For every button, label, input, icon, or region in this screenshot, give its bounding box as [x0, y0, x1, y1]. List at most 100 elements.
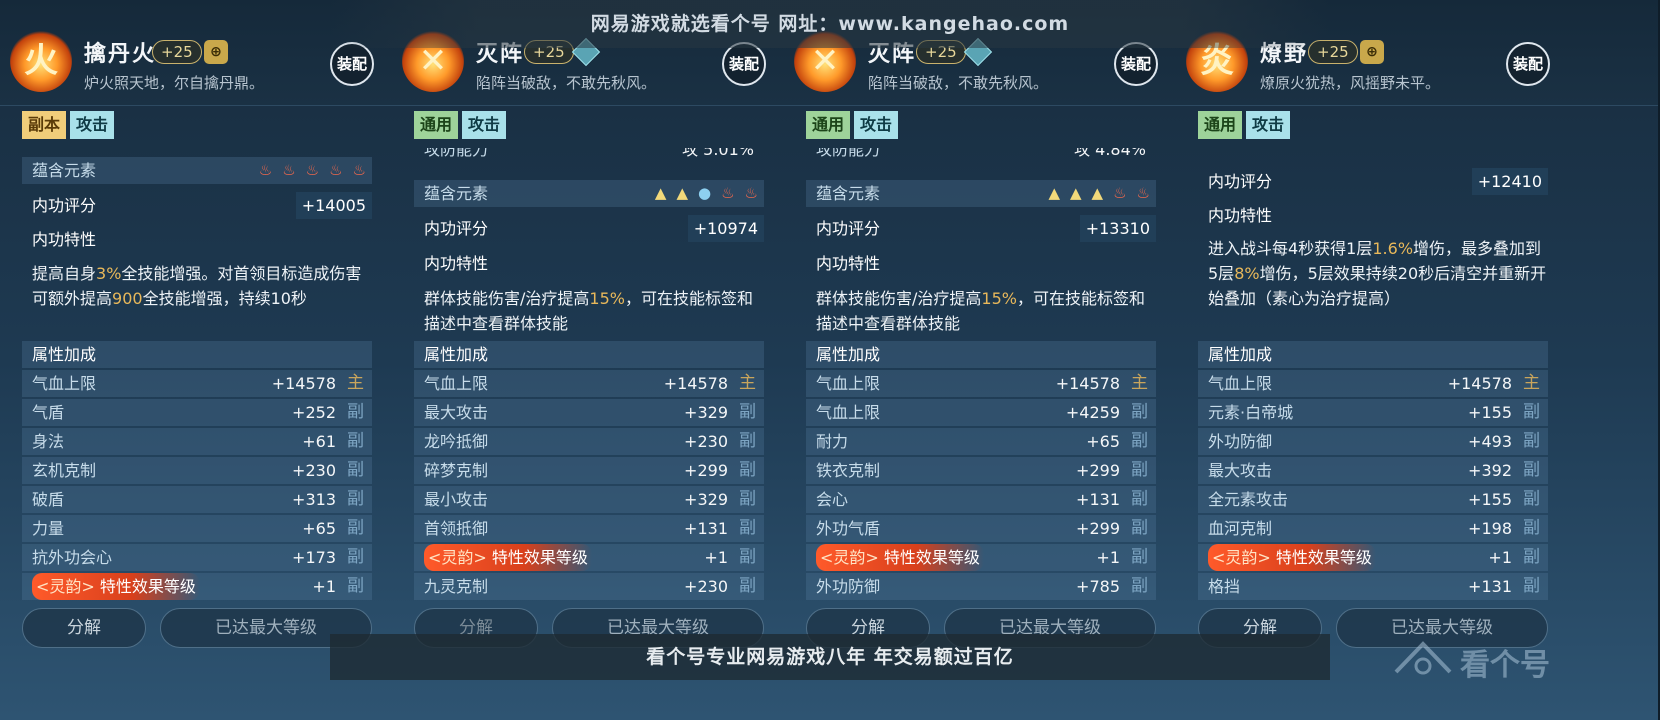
elements-label: 蕴含元素 — [816, 184, 881, 203]
equip-button[interactable]: 装配 — [330, 42, 374, 86]
lock-icon[interactable]: ⊕ — [204, 40, 228, 64]
trait-label: 内功特性 — [32, 230, 97, 249]
attr-row: 血河克制 +198 副 — [1198, 515, 1548, 542]
tag-attack: 攻击 — [1246, 111, 1291, 139]
attr-value: +1 — [1488, 548, 1512, 567]
attr-value: +313 — [292, 490, 336, 509]
sub-attr-icon: 副 — [347, 402, 364, 422]
main-attr-icon: 主 — [739, 373, 756, 393]
attr-row: 外功防御 +493 副 — [1198, 428, 1548, 455]
lock-icon[interactable]: ⊕ — [1360, 40, 1384, 64]
attr-name: 会心 — [816, 490, 849, 509]
attr-label: 属性加成 — [424, 345, 489, 364]
attr-value: +1 — [312, 577, 336, 596]
attr-name: 格挡 — [1208, 577, 1241, 596]
score-label: 内功评分 — [424, 219, 489, 238]
attr-row: 铁衣克制 +299 副 — [806, 457, 1156, 484]
attr-row: 破盾 +313 副 — [22, 486, 372, 513]
attr-row-special: <灵韵> 特性效果等级 +1 副 — [22, 573, 372, 600]
skill-panel-3: ✕ 灭阵 +25 陷阵当破敌，不敢先秋风。 装配 通用 攻击 攻防能力 攻 4.… — [784, 0, 1190, 720]
tag-attack: 攻击 — [854, 111, 899, 139]
attr-row: 力量 +65 副 — [22, 515, 372, 542]
attr-row: 身法 +61 副 — [22, 428, 372, 455]
attr-row: 会心 +131 副 — [806, 486, 1156, 513]
sub-attr-icon: 副 — [1523, 576, 1540, 596]
tag-list: 通用 攻击 — [806, 111, 899, 139]
tag-list: 通用 攻击 — [1198, 111, 1291, 139]
trait-label: 内功特性 — [424, 254, 489, 273]
trait-description: 进入战斗每4秒获得1层1.6%增伤，最多叠加到5层8%增伤，5层效果持续20秒后… — [1208, 236, 1548, 311]
tag-general: 通用 — [806, 111, 851, 139]
attr-value: +1 — [704, 548, 728, 567]
desc-text: 群体技能伤害/治疗提高 — [424, 289, 590, 308]
attr-value: +155 — [1468, 403, 1512, 422]
trait-label: 内功特性 — [816, 254, 881, 273]
sub-attr-icon: 副 — [739, 576, 756, 596]
attr-row-special: <灵韵> 特性效果等级 +1 副 — [806, 544, 1156, 571]
attr-name: 最小攻击 — [424, 490, 489, 509]
tag-attack: 攻击 — [70, 111, 115, 139]
sub-attr-icon: 副 — [739, 547, 756, 567]
attr-name: 玄机克制 — [32, 461, 97, 480]
earth-element-icon: ▲ — [1048, 184, 1060, 202]
attr-value: +155 — [1468, 490, 1512, 509]
tag-instance: 副本 — [22, 111, 67, 139]
attr-row: 气血上限 +14578 主 — [414, 370, 764, 397]
attr-row: 气盾 +252 副 — [22, 399, 372, 426]
attr-label: 属性加成 — [816, 345, 881, 364]
attr-value: +14578 — [1055, 374, 1120, 393]
decompose-button[interactable]: 分解 — [22, 608, 146, 648]
attr-row: 碎梦克制 +299 副 — [414, 457, 764, 484]
attr-value: +252 — [292, 403, 336, 422]
attr-value: +1 — [1096, 548, 1120, 567]
score-row: 内功评分 +12410 — [1198, 168, 1548, 195]
equip-button[interactable]: 装配 — [1114, 42, 1158, 86]
sub-attr-icon: 副 — [739, 460, 756, 480]
sub-attr-icon: 副 — [1131, 460, 1148, 480]
sub-attr-icon: 副 — [347, 431, 364, 451]
attr-name: 最大攻击 — [424, 403, 489, 422]
desc-text: 群体技能伤害/治疗提高 — [816, 289, 982, 308]
sub-attr-icon: 副 — [1131, 547, 1148, 567]
attr-name: 外功防御 — [816, 577, 881, 596]
attr-value: +299 — [1076, 461, 1120, 480]
attr-row: 最大攻击 +392 副 — [1198, 457, 1548, 484]
partial-value: 攻 5.01% — [682, 148, 754, 159]
trait-header: 内功特性 — [22, 226, 372, 253]
attr-header: 属性加成 — [22, 341, 372, 368]
earth-element-icon: ▲ — [654, 184, 667, 202]
score-label: 内功评分 — [1208, 172, 1273, 191]
attr-label: 属性加成 — [1208, 345, 1273, 364]
watermark-bottom: 看个号专业网易游戏八年 年交易额过百亿 — [330, 634, 1330, 680]
attr-name: 铁衣克制 — [816, 461, 881, 480]
attr-row: 格挡 +131 副 — [1198, 573, 1548, 600]
sub-attr-icon: 副 — [1131, 402, 1148, 422]
attr-name: <灵韵> 特性效果等级 — [816, 544, 984, 571]
attr-name: 气血上限 — [816, 403, 881, 422]
trait-description: 提高自身3%全技能增强。对首领目标造成伤害可额外提高900全技能增强，持续10秒 — [32, 261, 372, 311]
attr-name: 气血上限 — [816, 374, 881, 393]
equip-button[interactable]: 装配 — [1506, 42, 1550, 86]
attr-value: +4259 — [1065, 403, 1120, 422]
attr-row: 外功防御 +785 副 — [806, 573, 1156, 600]
earth-element-icon: ▲ — [1091, 184, 1104, 202]
sub-attr-icon: 副 — [1131, 518, 1148, 538]
sub-attr-icon: 副 — [1523, 431, 1540, 451]
attr-value: +173 — [292, 548, 336, 567]
attr-value: +785 — [1076, 577, 1120, 596]
lingyun-prefix: <灵韵> — [1212, 548, 1271, 567]
elements-row: 蕴含元素 ♨ ♨ ♨ ♨ ♨ — [22, 157, 372, 184]
fire-element-icon: ♨ — [258, 161, 273, 179]
attr-name: <灵韵> 特性效果等级 — [424, 544, 592, 571]
attr-name: 气血上限 — [32, 374, 97, 393]
score-row: 内功评分 +14005 — [22, 192, 372, 219]
skill-subtitle: 燎原火犹热，风摇野未平。 — [1260, 74, 1441, 92]
fire-element-icon: ♨ — [744, 184, 758, 202]
attr-value: +65 — [302, 519, 336, 538]
sub-attr-icon: 副 — [739, 402, 756, 422]
fire-element-icon: ♨ — [329, 161, 343, 179]
fire-element-icon: ♨ — [352, 161, 366, 179]
skill-name: 擒丹火 — [84, 42, 157, 67]
attr-value: +65 — [1086, 432, 1120, 451]
equip-button[interactable]: 装配 — [722, 42, 766, 86]
